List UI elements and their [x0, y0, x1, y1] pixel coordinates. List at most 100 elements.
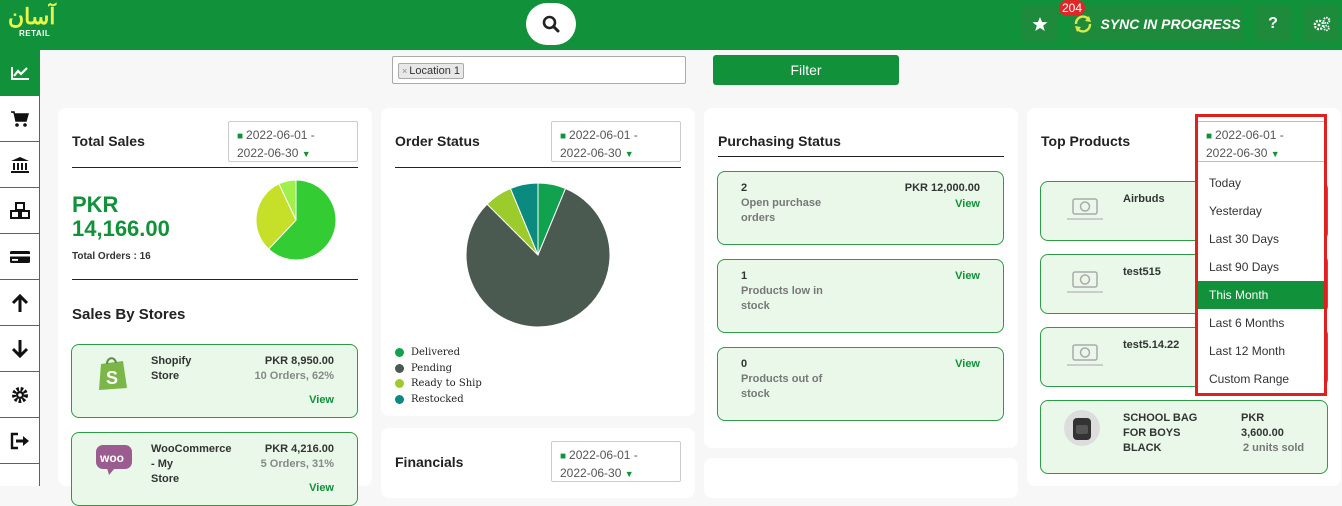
legend-label: Restocked: [411, 393, 464, 405]
sync-status-label: SYNC IN PROGRESS: [1100, 16, 1241, 32]
product-name: Airbuds: [1123, 193, 1165, 205]
card-title: Financials: [395, 454, 464, 470]
svg-text:woo: woo: [99, 451, 124, 465]
logo-arabic-text: آسان: [8, 4, 56, 30]
location-tag-label: Location 1: [409, 65, 461, 77]
product-name-line2: FOR BOYS: [1123, 427, 1181, 439]
sidebar-item-inventory[interactable]: [0, 188, 39, 234]
help-button[interactable]: ?: [1255, 6, 1291, 42]
stat-amount: PKR 12,000.00: [904, 182, 980, 194]
date-end: 2022-06-30: [560, 466, 622, 480]
product-name-line3: BLACK: [1123, 442, 1162, 454]
search-button[interactable]: [526, 3, 576, 45]
legend-item: Restocked: [395, 392, 482, 408]
store-view-link[interactable]: View: [309, 482, 334, 494]
date-range-picker[interactable]: ■ 2022-06-01 - 2022-06-30 ▼: [228, 121, 358, 162]
logo-retail-text: RETAIL: [19, 29, 51, 38]
cart-icon: [10, 110, 29, 127]
shopify-logo-icon: S: [99, 357, 127, 390]
order-status-card: Order Status ■ 2022-06-01 - 2022-06-30 ▼ …: [381, 108, 695, 416]
legend-swatch: [395, 363, 404, 373]
location-tag[interactable]: × Location 1: [398, 63, 465, 79]
top-bar: آسان RETAIL SYNC IN PROGRESS 204 ?: [0, 0, 1342, 50]
sidebar-item-banking[interactable]: [0, 142, 39, 188]
store-name: WooCommerce - My Store: [151, 442, 231, 487]
favorites-button[interactable]: [1022, 6, 1058, 42]
no-image-placeholder-icon: [1067, 198, 1103, 220]
divider: [395, 167, 681, 168]
total-sales-card: Total Sales ■ 2022-06-01 - 2022-06-30 ▼ P…: [58, 108, 372, 506]
legend-swatch: [395, 394, 404, 404]
no-image-placeholder-icon: [1067, 344, 1103, 366]
sidebar-item-upload[interactable]: [0, 280, 39, 326]
store-name-line1: Shopify: [151, 355, 192, 367]
stat-view-link[interactable]: View: [955, 270, 980, 282]
stat-description: Open purchase orders: [741, 197, 822, 224]
stat-view-link[interactable]: View: [955, 358, 980, 370]
legend-label: Ready to Ship: [411, 378, 482, 390]
sidebar-item-settings[interactable]: [0, 372, 39, 418]
order-status-pie-chart: [466, 183, 610, 327]
no-image-placeholder-icon: [1067, 271, 1103, 293]
arrow-down-icon: [11, 339, 28, 358]
sidebar-item-dashboard[interactable]: [0, 50, 39, 96]
location-select[interactable]: × Location 1: [392, 56, 686, 84]
divider: [72, 279, 358, 280]
store-card-shopify[interactable]: S Shopify Store PKR 8,950.00 10 Orders, 6…: [71, 344, 358, 418]
store-amount: PKR 8,950.00: [264, 355, 334, 367]
store-name: Shopify Store: [151, 354, 191, 384]
store-name-line2: Store: [151, 370, 180, 382]
product-thumbnail-icon: [1064, 410, 1100, 446]
card-title: Purchasing Status: [718, 133, 841, 149]
order-status-legend: Delivered Pending Ready to Ship Restocke…: [395, 345, 482, 407]
sales-pie-chart: [256, 180, 336, 260]
sync-button[interactable]: SYNC IN PROGRESS: [1069, 6, 1244, 42]
brand-logo[interactable]: آسان RETAIL: [6, 4, 62, 44]
gear-icon: [11, 386, 28, 403]
tag-remove-icon[interactable]: ×: [402, 66, 407, 76]
product-name-line1: SCHOOL BAG: [1123, 412, 1198, 424]
gears-icon: [1313, 16, 1331, 32]
product-card[interactable]: SCHOOL BAG FOR BOYS BLACK PKR 3,600.00 2 u…: [1040, 400, 1328, 474]
sales-by-stores-title: Sales By Stores: [72, 306, 186, 323]
purchase-orders-box[interactable]: 2 Open purchase orders PKR 12,000.00 Vie…: [717, 171, 1004, 245]
sign-out-icon: [10, 432, 29, 449]
date-start: 2022-06-01 -: [569, 448, 638, 462]
sidebar-item-payments[interactable]: [0, 234, 39, 280]
date-range-picker[interactable]: ■ 2022-06-01 - 2022-06-30 ▼: [551, 121, 681, 162]
date-end: 2022-06-30: [237, 146, 299, 160]
stat-count: 0: [741, 358, 748, 370]
svg-text:S: S: [106, 368, 118, 388]
total-orders-label: Total Orders : 16: [72, 251, 151, 262]
help-label: ?: [1268, 15, 1278, 32]
sync-icon: [1075, 15, 1092, 33]
star-icon: [1032, 17, 1048, 31]
sidebar-item-sales[interactable]: [0, 96, 39, 142]
search-icon: [542, 15, 560, 33]
sidebar-item-logout[interactable]: [0, 418, 39, 464]
card-title: Top Products: [1041, 133, 1131, 149]
filter-button[interactable]: Filter: [713, 55, 899, 85]
legend-label: Delivered: [411, 347, 460, 359]
date-range-picker[interactable]: ■ 2022-06-01 - 2022-06-30 ▼: [551, 441, 681, 482]
sidebar-item-download[interactable]: [0, 326, 39, 372]
credit-card-icon: [9, 250, 30, 263]
calendar-icon: ■: [560, 131, 567, 142]
caret-down-icon: ▼: [624, 149, 634, 159]
store-card-woocommerce[interactable]: woo WooCommerce - My Store PKR 4,216.00 5 …: [71, 432, 358, 506]
stat-count: 1: [741, 270, 748, 282]
stat-view-link[interactable]: View: [955, 198, 980, 210]
settings-button[interactable]: [1304, 6, 1340, 42]
product-name: test5.14.22: [1123, 339, 1180, 351]
highlight-box: [1195, 114, 1327, 396]
out-of-stock-box[interactable]: 0 Products out of stock View: [717, 347, 1004, 421]
divider: [72, 167, 358, 168]
store-view-link[interactable]: View: [309, 394, 334, 406]
low-stock-box[interactable]: 1 Products low in stock View: [717, 259, 1004, 333]
caret-down-icon: ▼: [624, 469, 634, 479]
notification-badge: 204: [1059, 0, 1086, 16]
financials-card: Financials ■ 2022-06-01 - 2022-06-30 ▼: [381, 428, 695, 498]
store-amount: PKR 4,216.00: [264, 443, 334, 455]
divider: [718, 156, 1004, 157]
legend-swatch: [395, 379, 404, 389]
